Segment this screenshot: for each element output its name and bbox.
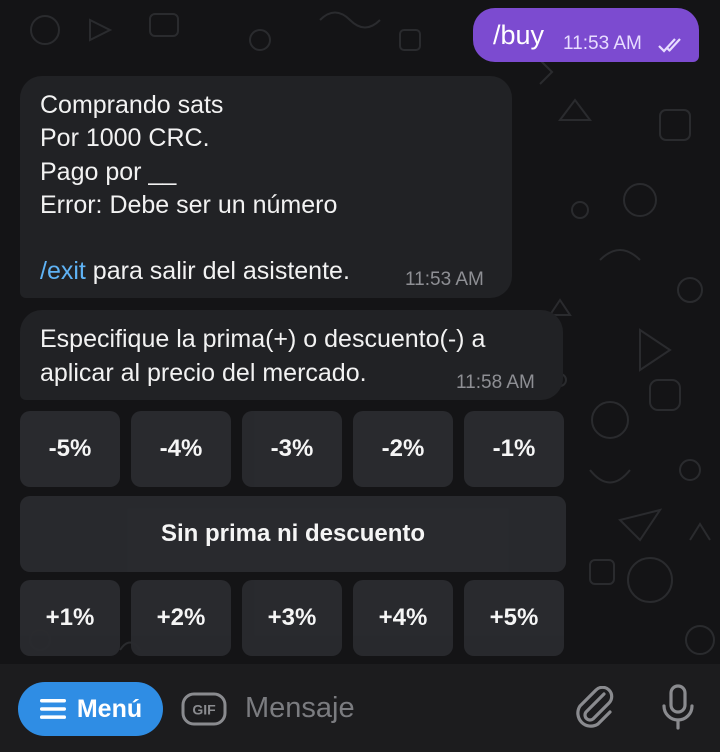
incoming-message-bubble[interactable]: Especifique la prima(+) o descuento(-) a… xyxy=(20,310,563,400)
outgoing-message-bubble[interactable]: /buy 11:53 AM xyxy=(473,8,699,62)
paperclip-icon[interactable] xyxy=(574,686,614,730)
keyboard-button-plus-1[interactable]: +1% xyxy=(20,580,120,656)
keyboard-button-plus-4[interactable]: +4% xyxy=(353,580,453,656)
keyboard-button-minus-5[interactable]: -5% xyxy=(20,411,120,487)
double-check-icon xyxy=(658,38,681,53)
keyboard-button-plus-5[interactable]: +5% xyxy=(464,580,564,656)
keyboard-button-no-premium[interactable]: Sin prima ni descuento xyxy=(20,496,566,572)
keyboard-button-plus-3[interactable]: +3% xyxy=(242,580,342,656)
incoming-message-time: 11:58 AM xyxy=(456,372,535,393)
keyboard-button-minus-4[interactable]: -4% xyxy=(131,411,231,487)
message-input-bar: Menú GIF Mensaje xyxy=(0,664,720,752)
keyboard-button-minus-3[interactable]: -3% xyxy=(242,411,342,487)
outgoing-message-time: 11:53 AM xyxy=(563,33,642,54)
menu-button[interactable]: Menú xyxy=(18,682,163,736)
message-line: Pago por __ xyxy=(40,158,177,186)
hamburger-icon xyxy=(39,699,66,719)
keyboard-button-plus-2[interactable]: +2% xyxy=(131,580,231,656)
keyboard-button-minus-1[interactable]: -1% xyxy=(464,411,564,487)
gif-icon[interactable]: GIF xyxy=(181,692,227,726)
message-line: /exit para salir del asistente. xyxy=(40,257,350,286)
menu-button-label: Menú xyxy=(76,694,143,723)
keyboard-button-minus-2[interactable]: -2% xyxy=(353,411,453,487)
exit-link-suffix: para salir del asistente. xyxy=(85,257,350,285)
exit-command-link[interactable]: /exit xyxy=(40,257,86,285)
outgoing-message-text: /buy xyxy=(493,20,545,50)
message-line: Error: Debe ser un número xyxy=(40,191,338,219)
message-line: aplicar al precio del mercado. xyxy=(40,359,367,387)
message-line: Por 1000 CRC. xyxy=(40,124,210,152)
message-line: Especifique la prima(+) o descuento(-) a xyxy=(40,325,486,353)
gif-icon-label: GIF xyxy=(192,702,216,718)
message-line: Comprando sats xyxy=(40,91,224,119)
incoming-message-bubble[interactable]: Comprando sats Por 1000 CRC. Pago por __… xyxy=(20,76,512,298)
incoming-message-time: 11:53 AM xyxy=(405,269,484,290)
microphone-icon[interactable] xyxy=(660,684,696,732)
message-input[interactable]: Mensaje xyxy=(245,688,545,728)
